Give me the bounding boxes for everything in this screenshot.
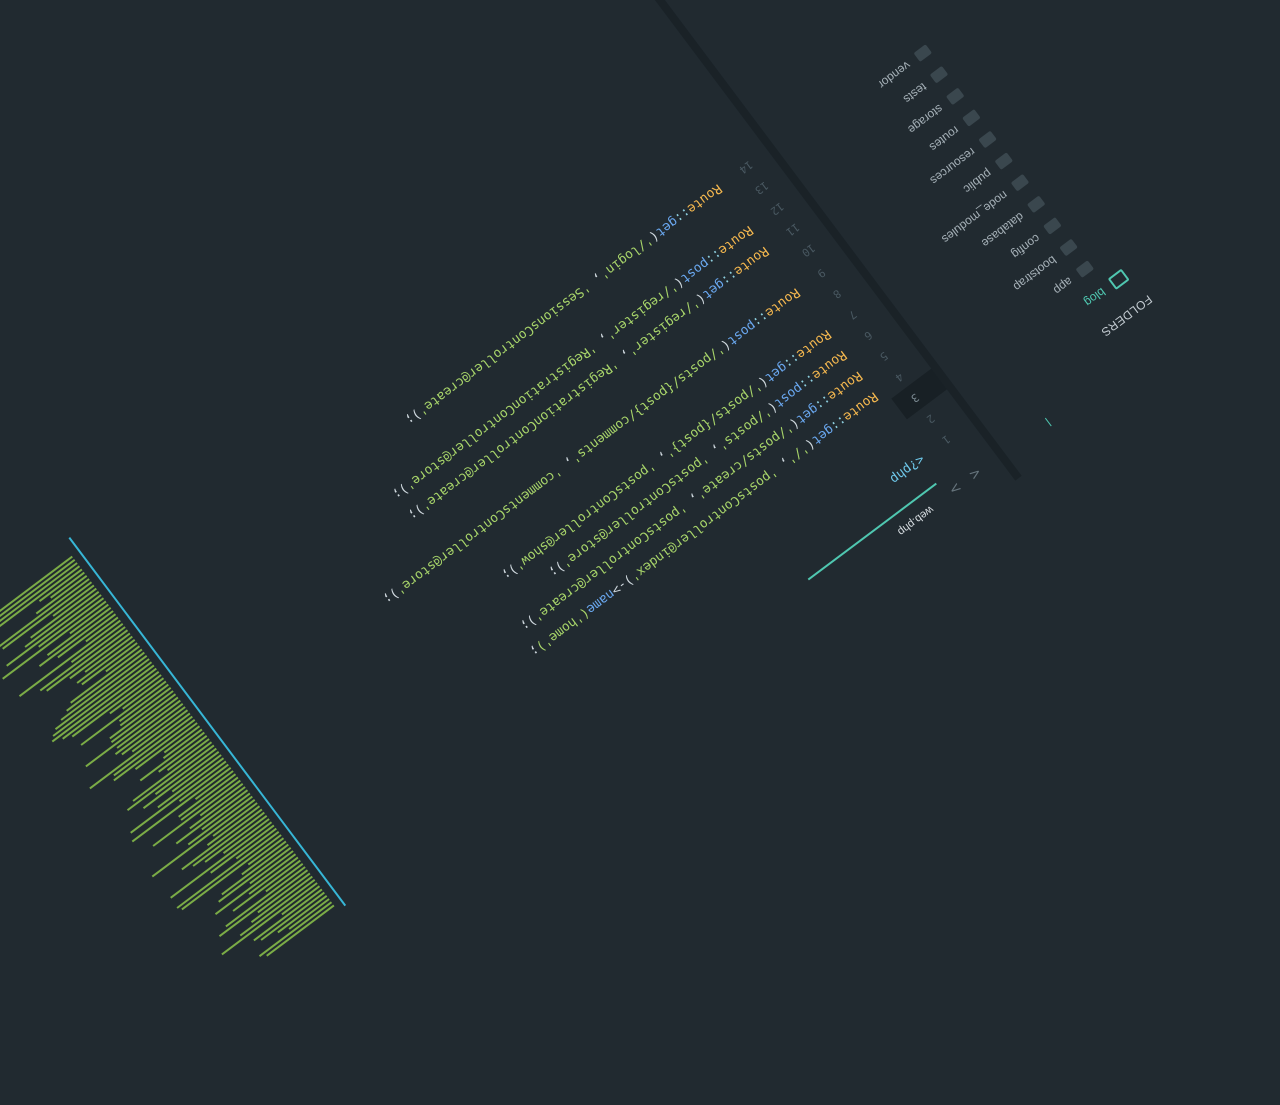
folder-icon (1011, 174, 1030, 192)
minimap[interactable] (0, 537, 347, 995)
folder-icon (946, 87, 965, 106)
folder-icon (962, 109, 981, 128)
folder-icon (1075, 260, 1095, 279)
folder-label: tests (900, 80, 930, 107)
folder-icon (1059, 239, 1079, 257)
folder-icon (1043, 217, 1062, 236)
folder-icon (1027, 195, 1046, 214)
chevron-left-icon[interactable]: < (966, 463, 985, 483)
editor-window: FOLDERS blog app bootstrap config databa… (0, 0, 1207, 1105)
folder-icon (994, 152, 1014, 171)
folder-label: app (1050, 274, 1076, 298)
folder-icon (930, 66, 949, 84)
chevron-right-icon[interactable]: > (945, 478, 964, 498)
tab-nav-arrows[interactable]: < > (945, 463, 984, 498)
folder-icon (978, 131, 998, 149)
folder-label: blog (1081, 284, 1109, 310)
folder-icon (913, 44, 933, 63)
folder-open-icon (1107, 268, 1130, 290)
